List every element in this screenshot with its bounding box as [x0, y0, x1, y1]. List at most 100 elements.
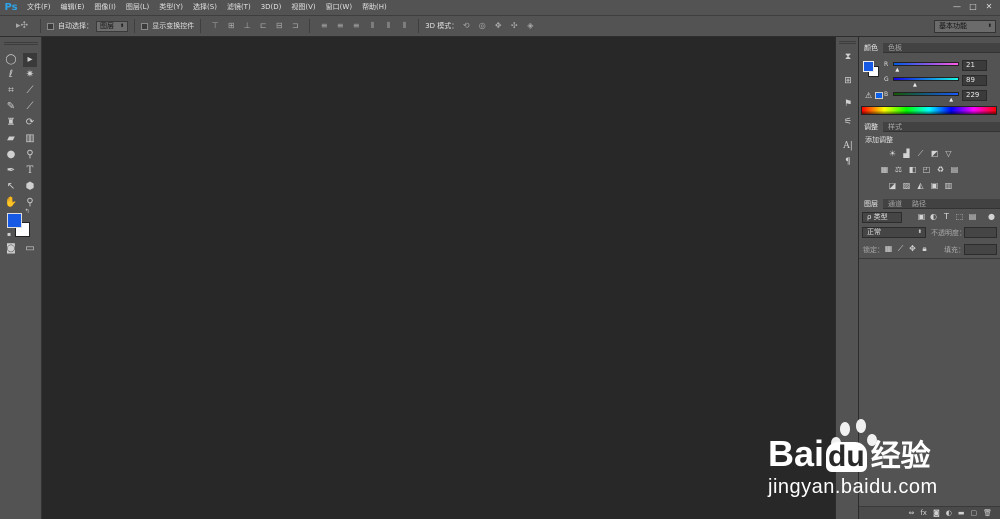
posterize-icon[interactable]: ▨ [901, 181, 912, 191]
close-button[interactable]: ✕ [984, 2, 994, 11]
eraser-tool-icon[interactable]: ▰ [4, 132, 18, 146]
distribute-hcenter-icon[interactable]: ⦀ [383, 21, 393, 31]
auto-select-checkbox[interactable] [47, 22, 54, 30]
gradient-map-icon[interactable]: ▣ [929, 181, 940, 191]
align-left-icon[interactable]: ⊏ [258, 21, 268, 31]
properties-panel-icon[interactable]: ⊞ [841, 74, 855, 88]
tab-adjustments[interactable]: 调整 [859, 121, 883, 132]
align-bottom-icon[interactable]: ⊥ [242, 21, 252, 31]
brush-panel-icon[interactable]: ⚑ [841, 97, 855, 111]
channel-g-slider[interactable] [893, 77, 959, 81]
channel-r-thumb[interactable]: ▲ [895, 67, 899, 73]
exposure-icon[interactable]: ◩ [929, 149, 940, 159]
menu-view[interactable]: 视图(V) [286, 0, 320, 15]
curves-icon[interactable]: ⟋ [915, 149, 926, 159]
lock-transparent-icon[interactable]: ▦ [883, 244, 894, 254]
distribute-bottom-icon[interactable]: ≡ [351, 21, 361, 31]
workspace-dropdown[interactable]: 基本功能 ⬍ [934, 20, 996, 33]
menu-3d[interactable]: 3D(D) [256, 0, 287, 15]
fill-field[interactable] [964, 244, 997, 255]
color-balance-icon[interactable]: ⚖ [893, 165, 904, 175]
tab-swatches[interactable]: 色板 [883, 43, 907, 53]
quick-mask-icon[interactable]: ◙ [4, 242, 18, 256]
new-layer-icon[interactable]: ▢ [970, 509, 977, 517]
filter-smart-icon[interactable]: ▤ [967, 212, 978, 222]
paragraph-panel-icon[interactable]: ¶ [841, 155, 855, 169]
lock-all-icon[interactable]: 🔒︎ [919, 244, 930, 254]
move-tool-preset-icon[interactable]: ▸✣ [13, 21, 31, 31]
hand-tool-icon[interactable]: ✋ [4, 196, 18, 210]
clone-stamp-tool-icon[interactable]: ♜ [4, 116, 18, 130]
selective-color-icon[interactable]: ▥ [943, 181, 954, 191]
screen-mode-icon[interactable]: ▭ [23, 242, 37, 256]
3d-roll-icon[interactable]: ◎ [477, 21, 487, 31]
minimize-button[interactable]: — [952, 2, 962, 11]
channel-r-value[interactable]: 21 [962, 60, 987, 71]
3d-scale-icon[interactable]: ◈ [525, 21, 535, 31]
brush-presets-icon[interactable]: ⚟ [841, 115, 855, 129]
distribute-right-icon[interactable]: ⦀ [399, 21, 409, 31]
align-hcenter-icon[interactable]: ⊟ [274, 21, 284, 31]
character-panel-icon[interactable]: A| [841, 139, 855, 153]
3d-rotate-icon[interactable]: ⟲ [461, 21, 471, 31]
menu-select[interactable]: 选择(S) [188, 0, 222, 15]
filter-pixel-icon[interactable]: ▣ [916, 212, 927, 222]
photo-filter-icon[interactable]: ◰ [921, 165, 932, 175]
healing-brush-tool-icon[interactable]: ✎ [4, 100, 18, 114]
tab-paths[interactable]: 路径 [907, 199, 931, 209]
opacity-field[interactable] [964, 227, 997, 238]
magic-wand-tool-icon[interactable]: ✷ [23, 68, 37, 82]
gamut-warning-icon[interactable]: ⚠ [865, 91, 872, 100]
tab-color[interactable]: 颜色 [859, 42, 883, 53]
filter-type-icon[interactable]: T [941, 212, 952, 222]
default-colors-icon[interactable]: ▪ [5, 231, 13, 239]
history-brush-tool-icon[interactable]: ⟳ [23, 116, 37, 130]
menu-image[interactable]: 图像(I) [89, 0, 121, 15]
color-lookup-icon[interactable]: ▤ [949, 165, 960, 175]
lasso-tool-icon[interactable]: ℓ [4, 68, 18, 82]
layer-filter-dropdown[interactable]: ρ 类型 [862, 212, 902, 223]
3d-pan-icon[interactable]: ✥ [493, 21, 503, 31]
brush-tool-icon[interactable]: ⟋ [23, 100, 37, 114]
pen-tool-icon[interactable]: ✒ [4, 164, 18, 178]
shape-tool-icon[interactable]: ⬢ [23, 180, 37, 194]
color-fg-swatch[interactable] [863, 61, 874, 72]
threshold-icon[interactable]: ◭ [915, 181, 926, 191]
auto-select-dropdown[interactable]: 图层 ⬍ [96, 20, 129, 32]
dodge-tool-icon[interactable]: ⚲ [23, 148, 37, 162]
invert-icon[interactable]: ◪ [887, 181, 898, 191]
type-tool-icon[interactable]: T [23, 164, 37, 178]
filter-toggle-icon[interactable]: ● [986, 212, 997, 222]
channel-r-slider[interactable] [893, 62, 959, 66]
tab-styles[interactable]: 样式 [883, 122, 907, 132]
menu-help[interactable]: 帮助(H) [357, 0, 392, 15]
color-spectrum-bar[interactable] [861, 106, 997, 115]
history-panel-icon[interactable]: ⧗ [841, 50, 855, 64]
filter-shape-icon[interactable]: ⬚ [954, 212, 965, 222]
delete-layer-icon[interactable]: 🗑︎ [983, 509, 992, 517]
toolbox-grip[interactable] [4, 42, 38, 45]
brightness-contrast-icon[interactable]: ☀ [887, 149, 898, 159]
distribute-left-icon[interactable]: ⦀ [367, 21, 377, 31]
adjustment-layer-icon[interactable]: ◐ [946, 509, 952, 517]
new-group-icon[interactable]: ▬ [958, 509, 965, 517]
vibrance-icon[interactable]: ▽ [943, 149, 954, 159]
channel-g-value[interactable]: 89 [962, 75, 987, 86]
tab-channels[interactable]: 通道 [883, 199, 907, 209]
channel-mixer-icon[interactable]: ♻ [935, 165, 946, 175]
path-selection-tool-icon[interactable]: ↖ [4, 180, 18, 194]
menu-filter[interactable]: 滤镜(T) [222, 0, 256, 15]
crop-tool-icon[interactable]: ⌗ [4, 84, 18, 98]
move-tool-icon[interactable]: ▸ [23, 53, 37, 67]
filter-adjust-icon[interactable]: ◐ [928, 212, 939, 222]
eyedropper-tool-icon[interactable]: ⟋ [23, 84, 37, 98]
lock-position-icon[interactable]: ✥ [907, 244, 918, 254]
3d-slide-icon[interactable]: ✣ [509, 21, 519, 31]
menu-type[interactable]: 类型(Y) [154, 0, 188, 15]
layer-mask-icon[interactable]: ◙ [933, 509, 940, 517]
menu-window[interactable]: 窗口(W) [321, 0, 357, 15]
maximize-button[interactable]: □ [968, 2, 978, 11]
menu-file[interactable]: 文件(F) [22, 0, 56, 15]
menu-layer[interactable]: 图层(L) [121, 0, 154, 15]
lock-image-icon[interactable]: ⟋ [895, 244, 906, 254]
